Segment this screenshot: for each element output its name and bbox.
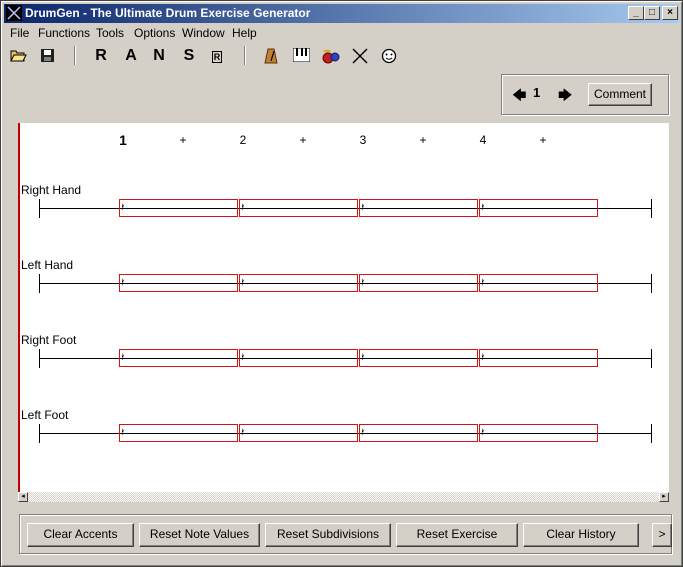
clear-history-button[interactable]: Clear History	[523, 523, 639, 547]
comment-button[interactable]: Comment	[588, 83, 652, 106]
beat-box[interactable]: 𝄽	[479, 199, 598, 217]
rest-icon: 𝄽	[121, 426, 125, 439]
beat-box[interactable]: 𝄽	[119, 274, 238, 292]
cross-sticks-icon[interactable]	[349, 45, 371, 67]
more-button[interactable]: >	[652, 523, 672, 547]
menu-options[interactable]: Options	[134, 26, 175, 40]
row-label-left-foot: Left Foot	[21, 408, 69, 422]
page-number: 1	[533, 85, 541, 100]
toolbar-s-button[interactable]: S	[178, 45, 200, 67]
scroll-left-icon[interactable]: ◂	[18, 492, 28, 502]
beat-box[interactable]: 𝄽	[239, 199, 358, 217]
beat-box[interactable]: 𝄽	[119, 349, 238, 367]
menu-file[interactable]: File	[10, 26, 29, 40]
app-window: DrumGen - The Ultimate Drum Exercise Gen…	[0, 0, 683, 567]
beat-count: +	[539, 133, 547, 147]
menu-help[interactable]: Help	[232, 26, 257, 40]
save-disk-icon[interactable]	[36, 45, 58, 67]
rest-icon: 𝄽	[481, 201, 485, 214]
rest-icon: 𝄽	[241, 276, 245, 289]
menu-window[interactable]: Window	[182, 26, 225, 40]
rest-icon: 𝄽	[121, 201, 125, 214]
rest-icon: 𝄽	[361, 201, 365, 214]
rest-icon: 𝄽	[241, 351, 245, 364]
rest-icon: 𝄽	[361, 426, 365, 439]
rest-icon: 𝄽	[481, 276, 485, 289]
toolbar-separator	[244, 46, 246, 65]
rest-icon: 𝄽	[241, 201, 245, 214]
toolbar-boxed-r-button[interactable]: R	[206, 45, 228, 67]
app-icon	[6, 5, 22, 21]
beat-count: +	[179, 133, 187, 147]
close-button[interactable]: ×	[662, 6, 678, 20]
beat-count: 1	[119, 132, 127, 148]
menu-tools[interactable]: Tools	[96, 26, 124, 40]
beat-box[interactable]: 𝄽	[359, 349, 478, 367]
smiley-icon[interactable]	[378, 45, 400, 67]
beat-box[interactable]: 𝄽	[239, 274, 358, 292]
beat-box[interactable]: 𝄽	[119, 424, 238, 442]
rest-icon: 𝄽	[361, 276, 365, 289]
toolbar-n-button[interactable]: N	[148, 45, 170, 67]
open-folder-icon[interactable]	[7, 45, 29, 67]
beat-count: 2	[239, 133, 247, 147]
rest-icon: 𝄽	[241, 426, 245, 439]
rest-icon: 𝄽	[481, 426, 485, 439]
window-title: DrumGen - The Ultimate Drum Exercise Gen…	[25, 6, 311, 20]
exercise-navigation: 🡄 1 🡆 Comment	[501, 74, 669, 115]
prev-arrow-icon[interactable]: 🡄	[512, 85, 526, 109]
maximize-button[interactable]: □	[644, 6, 660, 20]
row-label-left-hand: Left Hand	[21, 258, 74, 272]
action-button-panel: Clear Accents Reset Note Values Reset Su…	[19, 514, 672, 554]
beat-box[interactable]: 𝄽	[479, 349, 598, 367]
drum-kit-icon[interactable]	[320, 45, 342, 67]
staff-start-bar	[39, 424, 40, 443]
reset-note-values-button[interactable]: Reset Note Values	[139, 523, 260, 547]
menu-functions[interactable]: Functions	[38, 26, 90, 40]
rest-icon: 𝄽	[121, 276, 125, 289]
clear-accents-button[interactable]: Clear Accents	[27, 523, 134, 547]
scroll-right-icon[interactable]: ▸	[659, 492, 669, 502]
beat-count: +	[419, 133, 427, 147]
reset-subdivisions-button[interactable]: Reset Subdivisions	[265, 523, 391, 547]
toolbar: R A N S R	[4, 43, 679, 69]
beat-box[interactable]: 𝄽	[479, 424, 598, 442]
staff-end-bar	[651, 274, 652, 293]
title-bar[interactable]: DrumGen - The Ultimate Drum Exercise Gen…	[4, 4, 679, 23]
beat-box[interactable]: 𝄽	[359, 424, 478, 442]
staff-end-bar	[651, 199, 652, 218]
beat-box[interactable]: 𝄽	[359, 274, 478, 292]
rest-icon: 𝄽	[121, 351, 125, 364]
toolbar-a-button[interactable]: A	[120, 45, 142, 67]
beat-box[interactable]: 𝄽	[479, 274, 598, 292]
metronome-icon[interactable]	[260, 45, 282, 67]
row-label-right-foot: Right Foot	[21, 333, 77, 347]
beat-box[interactable]: 𝄽	[239, 424, 358, 442]
staff-end-bar	[651, 424, 652, 443]
rest-icon: 𝄽	[361, 351, 365, 364]
minimize-button[interactable]: _	[628, 6, 644, 20]
staff-start-bar	[39, 199, 40, 218]
beat-box[interactable]: 𝄽	[119, 199, 238, 217]
exercise-canvas[interactable]: 1 + 2 + 3 + 4 + Right Hand 𝄽 𝄽 𝄽 𝄽 Left …	[18, 123, 669, 492]
beat-count: +	[299, 133, 307, 147]
staff-start-bar	[39, 274, 40, 293]
row-label-right-hand: Right Hand	[21, 183, 82, 197]
reset-exercise-button[interactable]: Reset Exercise	[396, 523, 518, 547]
staff-start-bar	[39, 349, 40, 368]
beat-box[interactable]: 𝄽	[239, 349, 358, 367]
horizontal-scrollbar[interactable]: ◂ ▸	[18, 492, 669, 502]
toolbar-separator	[74, 46, 76, 65]
menu-bar: File Functions Tools Options Window Help	[4, 24, 679, 42]
beat-box[interactable]: 𝄽	[359, 199, 478, 217]
staff-end-bar	[651, 349, 652, 368]
next-arrow-icon[interactable]: 🡆	[558, 85, 572, 109]
toolbar-r-button[interactable]: R	[90, 45, 112, 67]
rest-icon: 𝄽	[481, 351, 485, 364]
piano-keys-icon[interactable]	[290, 45, 312, 67]
beat-count: 4	[479, 133, 487, 147]
beat-count: 3	[359, 133, 367, 147]
boxed-r-label: R	[211, 51, 223, 63]
